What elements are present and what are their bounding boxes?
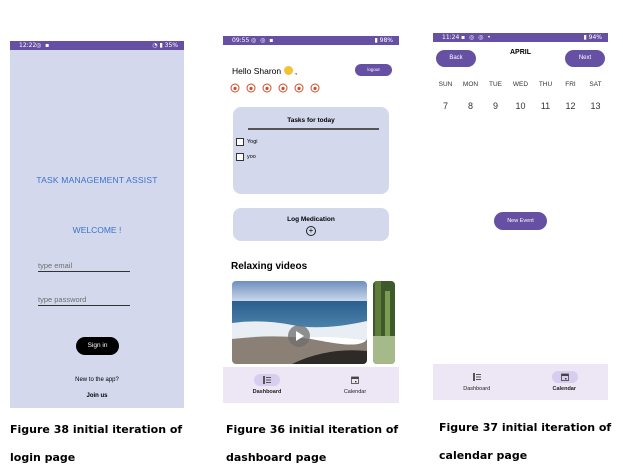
nav-calendar[interactable]: Calendar <box>521 364 609 400</box>
email-field[interactable]: type email <box>38 260 130 272</box>
status-time: 11:24 <box>442 34 460 41</box>
status-bar: 09:55 ◎ ◎ ▪ ▮ 98% <box>223 36 399 45</box>
calendar-day[interactable]: 13 <box>583 101 608 111</box>
medication-icons-row <box>230 83 320 93</box>
weekday-header: SUN MON TUE WED THU FRI SAT <box>433 81 608 88</box>
pill-icon[interactable] <box>230 83 240 93</box>
weekday-label: MON <box>462 81 479 88</box>
dashboard-icon <box>473 373 481 381</box>
nav-dashboard[interactable]: Dashboard <box>433 364 521 400</box>
play-icon[interactable] <box>288 325 310 347</box>
new-event-button[interactable]: New Event <box>494 212 547 230</box>
pill-icon[interactable] <box>294 83 304 93</box>
weekday-label: TUE <box>489 81 502 88</box>
next-button[interactable]: Next <box>565 50 605 67</box>
join-us-link[interactable]: Join us <box>10 393 184 399</box>
calendar-day[interactable]: 9 <box>483 101 508 111</box>
forest-video-image <box>373 281 395 364</box>
dashboard-icon <box>263 376 271 384</box>
figure-caption: login page <box>10 451 76 464</box>
welcome-heading: WELCOME ! <box>72 225 122 235</box>
task-item[interactable]: Yogi <box>236 138 258 146</box>
pill-icon[interactable] <box>246 83 256 93</box>
status-notification-icons: ▪ ◎ ◎ • <box>461 34 492 41</box>
status-time: 09:55 <box>232 37 250 44</box>
status-bar: 12:22 ◎ ▪ ◔ ▮ 35% <box>10 41 184 50</box>
login-screen: 12:22 ◎ ▪ ◔ ▮ 35% TASK MANAGEMENT ASSIST… <box>10 41 184 408</box>
ocean-video-image <box>232 281 367 364</box>
nav-calendar[interactable]: Calendar <box>311 367 399 403</box>
calendar-icon <box>560 373 569 381</box>
weekday-label: FRI <box>565 81 576 88</box>
pill-icon[interactable] <box>278 83 288 93</box>
status-bar: 11:24 ▪ ◎ ◎ • ▮ 94% <box>433 33 608 42</box>
task-checkbox[interactable] <box>236 153 244 161</box>
task-label: Yogi <box>247 139 258 145</box>
pill-icon[interactable] <box>262 83 272 93</box>
task-item[interactable]: yoo <box>236 153 256 161</box>
greeting: Hello Sharon , <box>232 66 298 76</box>
calendar-day[interactable]: 11 <box>533 101 558 111</box>
add-circle-icon[interactable]: + <box>306 226 316 236</box>
password-field[interactable]: type password <box>38 294 130 306</box>
log-medication-title: Log Medication <box>287 216 335 223</box>
dashboard-screen: 09:55 ◎ ◎ ▪ ▮ 98% Hello Sharon , logout … <box>223 36 399 403</box>
status-battery: ▮ 98% <box>374 37 393 44</box>
figure-caption: Figure 37 initial iteration of <box>439 421 612 434</box>
figure-caption: dashboard page <box>226 451 327 464</box>
status-notification-icons: ◎ ▪ <box>36 42 51 49</box>
figure-caption: calendar page <box>439 449 528 462</box>
status-battery: ◔ ▮ 35% <box>152 42 178 49</box>
task-checkbox[interactable] <box>236 138 244 146</box>
status-notification-icons: ◎ ◎ ▪ <box>251 37 275 44</box>
nav-calendar-label: Calendar <box>343 389 367 395</box>
bottom-navigation: Dashboard Calendar <box>433 364 608 400</box>
nav-dashboard-label: Dashboard <box>252 389 282 395</box>
calendar-day[interactable]: 8 <box>458 101 483 111</box>
app-title: TASK MANAGEMENT ASSIST <box>36 175 158 185</box>
tasks-title: Tasks for today <box>287 117 335 124</box>
weekday-label: THU <box>538 81 553 88</box>
status-battery: ▮ 94% <box>583 34 602 41</box>
logout-button[interactable]: logout <box>355 64 392 76</box>
calendar-screen: 11:24 ▪ ◎ ◎ • ▮ 94% Back APRIL Next SUN … <box>433 33 608 401</box>
smile-emoji-icon <box>283 66 293 75</box>
divider <box>248 128 379 130</box>
weekday-label: SUN <box>438 81 453 88</box>
video-thumbnail[interactable] <box>373 281 395 364</box>
calendar-day[interactable]: 12 <box>558 101 583 111</box>
calendar-day[interactable]: 7 <box>433 101 458 111</box>
video-thumbnail[interactable] <box>232 281 367 364</box>
sign-in-button[interactable]: Sign in <box>76 337 119 355</box>
weekday-label: WED <box>512 81 529 88</box>
new-user-text: New to the app? <box>75 377 119 383</box>
pill-icon[interactable] <box>310 83 320 93</box>
figure-caption: Figure 38 initial iteration of <box>10 423 183 436</box>
nav-dashboard[interactable]: Dashboard <box>223 367 311 403</box>
weekday-label: SAT <box>589 81 602 88</box>
bottom-navigation: Dashboard Calendar <box>223 367 399 403</box>
calendar-day[interactable]: 10 <box>508 101 533 111</box>
nav-calendar-label: Calendar <box>552 386 577 392</box>
log-medication-card[interactable]: Log Medication + <box>233 208 389 241</box>
status-time: 12:22 <box>19 42 37 49</box>
relaxing-videos-heading: Relaxing videos <box>231 261 308 272</box>
week-row: 7 8 9 10 11 12 13 <box>433 101 608 111</box>
figure-caption: Figure 36 initial iteration of <box>226 423 399 436</box>
task-label: yoo <box>247 154 256 160</box>
tasks-card: Tasks for today Yogi yoo <box>233 107 389 194</box>
nav-dashboard-label: Dashboard <box>463 386 491 392</box>
calendar-icon <box>351 376 359 384</box>
